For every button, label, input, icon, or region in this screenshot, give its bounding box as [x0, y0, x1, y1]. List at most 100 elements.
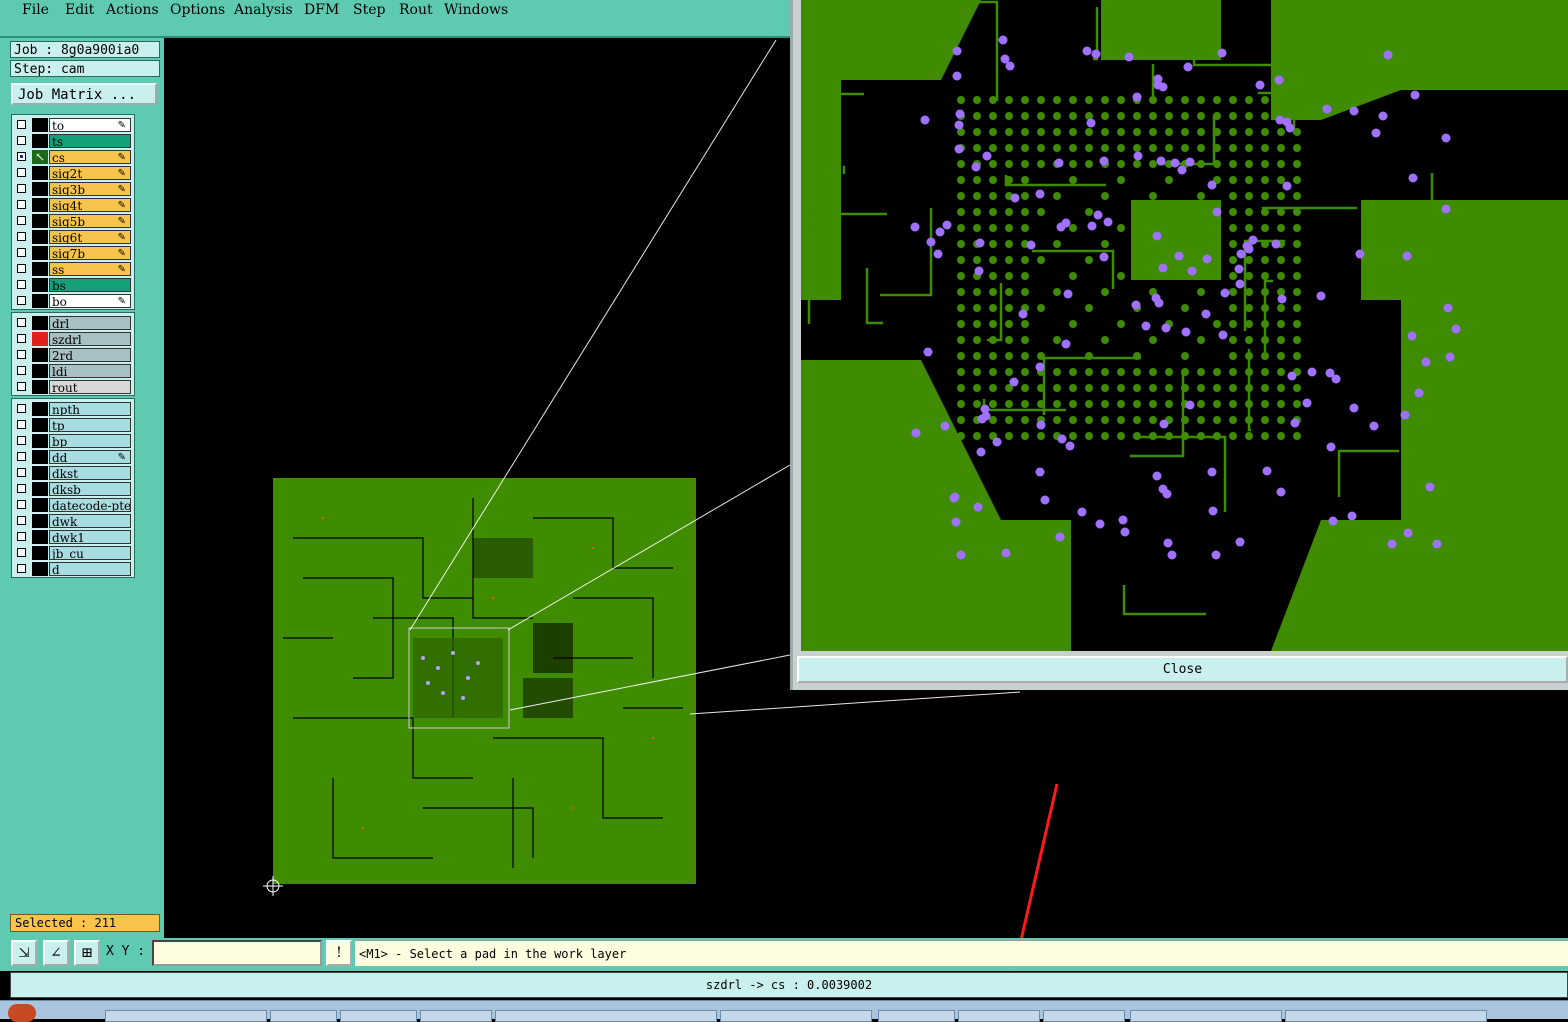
layer-name[interactable]: dd ✎ — [49, 450, 131, 464]
layer-checkbox[interactable] — [17, 200, 26, 209]
layer-name[interactable]: ldi — [49, 364, 131, 378]
layer-name[interactable]: sig2t ✎ — [49, 166, 131, 180]
layer-checkbox[interactable] — [17, 484, 26, 493]
layer-checkbox[interactable] — [17, 452, 26, 461]
layer-display-swatch[interactable] — [32, 402, 48, 416]
layer-name[interactable]: bs — [49, 278, 131, 292]
alert-icon[interactable]: ! — [326, 940, 352, 966]
layer-row-sig3b[interactable]: sig3b ✎ — [14, 182, 132, 196]
layer-name[interactable]: dksb — [49, 482, 131, 496]
layer-display-swatch[interactable] — [32, 450, 48, 464]
layer-checkbox[interactable] — [17, 334, 26, 343]
layer-display-swatch[interactable] — [32, 530, 48, 544]
layer-name[interactable]: sig4t ✎ — [49, 198, 131, 212]
layer-name[interactable]: dwk — [49, 514, 131, 528]
layer-display-swatch[interactable] — [32, 364, 48, 378]
layer-row-drl[interactable]: drl — [14, 316, 132, 330]
layer-name[interactable]: ss ✎ — [49, 262, 131, 276]
menu-analysis[interactable]: Analysis — [234, 2, 293, 18]
layer-display-swatch[interactable] — [32, 316, 48, 330]
layer-checkbox[interactable] — [17, 152, 26, 161]
layer-display-swatch[interactable] — [32, 498, 48, 512]
layer-name[interactable]: sig7b ✎ — [49, 246, 131, 260]
taskbar-app-9[interactable] — [1043, 1010, 1125, 1022]
layer-row-ts[interactable]: ts — [14, 134, 132, 148]
layer-name[interactable]: to ✎ — [49, 118, 131, 132]
layer-name[interactable]: dkst — [49, 466, 131, 480]
taskbar-app-6[interactable] — [720, 1010, 872, 1022]
job-matrix-button[interactable]: Job Matrix ... — [11, 83, 157, 105]
layer-display-swatch[interactable] — [32, 198, 48, 212]
layer-checkbox[interactable] — [17, 564, 26, 573]
layer-name[interactable]: d — [49, 562, 131, 576]
layer-name[interactable]: ts — [49, 134, 131, 148]
layer-row-sig4t[interactable]: sig4t ✎ — [14, 198, 132, 212]
taskbar-app-3[interactable] — [340, 1010, 417, 1022]
work-layer-arrow-icon[interactable]: ↖ — [32, 150, 48, 164]
layer-name[interactable]: sig3b ✎ — [49, 182, 131, 196]
layer-display-swatch[interactable] — [32, 332, 48, 346]
layer-checkbox[interactable] — [17, 420, 26, 429]
taskbar-app-1[interactable] — [105, 1010, 267, 1022]
layer-display-swatch[interactable] — [32, 562, 48, 576]
layer-checkbox[interactable] — [17, 216, 26, 225]
layer-checkbox[interactable] — [17, 366, 26, 375]
layer-checkbox[interactable] — [17, 120, 26, 129]
layer-row-rout[interactable]: rout — [14, 380, 132, 394]
layer-checkbox[interactable] — [17, 350, 26, 359]
layer-row-ss[interactable]: ss ✎ — [14, 262, 132, 276]
layer-name[interactable]: rout — [49, 380, 131, 394]
layer-display-swatch[interactable] — [32, 214, 48, 228]
layer-row-sig6t[interactable]: sig6t ✎ — [14, 230, 132, 244]
layer-row-2rd[interactable]: 2rd — [14, 348, 132, 362]
layer-display-swatch[interactable] — [32, 278, 48, 292]
layer-row-sig7b[interactable]: sig7b ✎ — [14, 246, 132, 260]
layer-name[interactable]: sig5b ✎ — [49, 214, 131, 228]
layer-name[interactable]: npth — [49, 402, 131, 416]
board-overview[interactable] — [273, 478, 696, 884]
layer-checkbox[interactable] — [17, 168, 26, 177]
layer-checkbox[interactable] — [17, 280, 26, 289]
layer-row-d[interactable]: d — [14, 562, 132, 576]
close-button[interactable]: Close — [797, 656, 1568, 683]
layer-display-swatch[interactable] — [32, 166, 48, 180]
layer-row-jb_cu[interactable]: jb_cu — [14, 546, 132, 560]
layer-checkbox[interactable] — [17, 548, 26, 557]
layer-name[interactable]: dwk1 — [49, 530, 131, 544]
layer-checkbox[interactable] — [17, 248, 26, 257]
start-button-icon[interactable] — [8, 1004, 36, 1022]
layer-row-npth[interactable]: npth — [14, 402, 132, 416]
taskbar-app-4[interactable] — [420, 1010, 492, 1022]
layer-checkbox[interactable] — [17, 382, 26, 391]
layer-name[interactable]: datecode-pte — [49, 498, 131, 512]
layer-display-swatch[interactable] — [32, 418, 48, 432]
zoom-fit-icon[interactable]: ⇲ — [11, 940, 37, 966]
layer-checkbox[interactable] — [17, 184, 26, 193]
layer-row-dkst[interactable]: dkst — [14, 466, 132, 480]
taskbar-app-11[interactable] — [1285, 1010, 1487, 1022]
menu-file[interactable]: File — [22, 2, 49, 18]
layer-name[interactable]: sig6t ✎ — [49, 230, 131, 244]
layer-display-swatch[interactable] — [32, 294, 48, 308]
taskbar-app-5[interactable] — [495, 1010, 717, 1022]
layer-checkbox[interactable] — [17, 532, 26, 541]
layer-row-bs[interactable]: bs — [14, 278, 132, 292]
layer-display-swatch[interactable] — [32, 514, 48, 528]
layer-checkbox[interactable] — [17, 318, 26, 327]
layer-row-szdrl[interactable]: szdrl — [14, 332, 132, 346]
layer-display-swatch[interactable] — [32, 182, 48, 196]
layer-name[interactable]: cs ✎ — [49, 150, 131, 164]
layer-display-swatch[interactable] — [32, 466, 48, 480]
layer-row-ldi[interactable]: ldi — [14, 364, 132, 378]
layer-row-cs[interactable]: ↖ cs ✎ — [14, 150, 132, 164]
layer-display-swatch[interactable] — [32, 380, 48, 394]
xy-input[interactable] — [152, 940, 322, 966]
menu-dfm[interactable]: DFM — [304, 2, 339, 18]
layer-display-swatch[interactable] — [32, 262, 48, 276]
layer-checkbox[interactable] — [17, 436, 26, 445]
layer-checkbox[interactable] — [17, 264, 26, 273]
layer-row-datecode-pte[interactable]: datecode-pte — [14, 498, 132, 512]
layer-row-sig5b[interactable]: sig5b ✎ — [14, 214, 132, 228]
layer-checkbox[interactable] — [17, 136, 26, 145]
taskbar-app-8[interactable] — [958, 1010, 1040, 1022]
